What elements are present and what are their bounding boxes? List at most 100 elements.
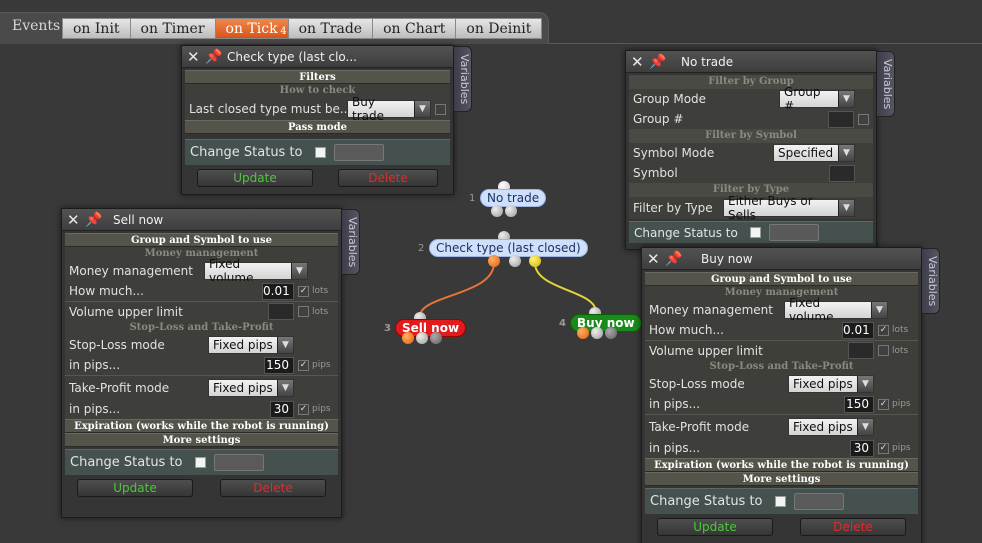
take-profit-pips-row: in pips... 30 ✓ pips [65,399,338,419]
how-much-input[interactable]: 0.01 [262,282,294,300]
link-check-to-sell [419,262,495,317]
checkbox[interactable]: ✓ [298,285,309,297]
money-management-select[interactable]: Fixed volume ▼ [784,296,888,324]
node-output-dot[interactable] [416,332,428,344]
node-output-dot[interactable] [509,255,521,267]
delete-button[interactable]: Delete [338,169,438,187]
money-management-select[interactable]: Fixed volume ▼ [204,257,308,285]
node-check-type[interactable]: 2 Check type (last closed) [418,239,588,257]
group-mode-select[interactable]: Group # ▼ [779,85,855,113]
take-profit-pips-input[interactable]: 30 [850,439,874,457]
change-status-checkbox[interactable] [774,496,786,507]
checkbox[interactable] [298,306,309,317]
stop-loss-mode-select[interactable]: Fixed pips ▼ [208,336,294,354]
node-no-trade[interactable]: 1 No trade [469,189,547,207]
subsection-header: Money management [65,247,338,261]
node-output-dot[interactable] [488,255,500,267]
take-profit-mode-select[interactable]: Fixed pips ▼ [788,417,874,436]
update-button[interactable]: Update [197,169,313,187]
node-output-dot[interactable] [529,255,541,267]
status-field[interactable] [793,493,844,510]
group-mode-row: Group Mode Group # ▼ [629,85,873,113]
stop-loss-mode-select[interactable]: Fixed pips ▼ [788,375,874,393]
close-icon[interactable]: ✕ [187,49,201,64]
panel-header: ✕ 📌 Sell now [62,209,341,231]
variables-tab[interactable]: Variables [922,248,940,314]
pin-icon[interactable]: 📌 [81,212,107,228]
section-header: Expiration (works while the robot is run… [645,458,918,472]
variables-tab[interactable]: Variables [877,51,895,117]
node-output-dot[interactable] [577,327,589,339]
close-icon[interactable]: ✕ [647,251,661,266]
checkbox[interactable]: ✓ [878,442,889,454]
update-button[interactable]: Update [77,479,193,497]
select-value: Specified [778,146,834,160]
field-label: Take-Profit mode [649,419,750,434]
select-value: Fixed pips [793,419,853,434]
symbol-input[interactable] [829,164,855,182]
pin-icon[interactable]: 📌 [661,251,687,267]
symbol-row: Symbol [629,163,873,183]
checkbox[interactable]: ✓ [298,403,309,415]
select-value: Fixed pips [793,377,853,391]
checkbox[interactable]: ✓ [878,398,889,410]
status-field[interactable] [333,144,384,161]
chevron-down-icon: ▼ [838,91,854,107]
chevron-down-icon: ▼ [291,263,307,279]
change-status-checkbox[interactable] [749,227,761,238]
take-profit-pips-input[interactable]: 30 [270,400,294,418]
variables-tab[interactable]: Variables [454,46,472,112]
node-output-dot[interactable] [605,327,617,339]
volume-limit-input[interactable] [848,342,874,359]
node-output-dot[interactable] [591,327,603,339]
symbol-mode-select[interactable]: Specified ▼ [773,144,855,162]
button-row: Update Delete [645,514,918,540]
stop-loss-pips-input[interactable]: 150 [264,356,294,374]
node-output-dot[interactable] [505,205,517,217]
volume-limit-input[interactable] [268,303,294,320]
variables-tab[interactable]: Variables [342,209,360,275]
node-label: No trade [487,191,540,205]
volume-limit-row: Volume upper limit lots [645,340,918,360]
status-field[interactable] [768,224,819,241]
field-label: Volume upper limit [649,343,763,358]
chevron-down-icon: ▼ [857,376,873,392]
close-icon[interactable]: ✕ [67,212,81,227]
node-output-dot[interactable] [430,332,442,344]
pin-icon[interactable]: 📌 [645,54,671,70]
money-management-row: Money management Fixed volume ▼ [65,257,338,285]
checkbox[interactable]: ✓ [298,359,309,371]
delete-button[interactable]: Delete [220,479,326,497]
how-much-row: How much... 0.01 ✓ lots [65,281,338,301]
change-status-checkbox[interactable] [194,457,206,468]
checkbox[interactable] [858,113,869,125]
panel-title: Buy now [701,251,753,266]
volume-limit-row: Volume upper limit lots [65,301,338,321]
pin-icon[interactable]: 📌 [201,49,227,65]
delete-button[interactable]: Delete [800,518,906,536]
checkbox[interactable]: ✓ [878,324,889,336]
node-output-dot[interactable] [402,332,414,344]
field-label: in pips... [649,441,701,455]
how-much-input[interactable]: 0.01 [842,321,874,339]
node-index: 2 [418,243,425,254]
take-profit-mode-select[interactable]: Fixed pips ▼ [208,378,294,397]
stop-loss-pips-input[interactable]: 150 [844,395,874,413]
checkbox[interactable] [878,345,889,356]
change-status-checkbox[interactable] [314,147,326,158]
status-field[interactable] [213,454,264,471]
node-output-dot[interactable] [491,205,503,217]
select-value: Fixed pips [213,338,273,352]
field-label: in pips... [649,397,701,411]
section-header: Pass mode [185,120,450,134]
node-index: 1 [469,193,476,204]
checkbox[interactable] [435,103,446,115]
field-label: Take-Profit mode [69,380,170,395]
filter-type-select[interactable]: Either Buys or Sells ▼ [723,194,855,222]
group-number-input[interactable] [828,110,854,128]
change-status-row: Change Status to [185,139,450,165]
panel-check-type: ✕ 📌 Check type (last clo... Variables Fi… [181,45,472,195]
last-closed-type-select[interactable]: Buy trade ▼ [347,95,431,123]
update-button[interactable]: Update [657,518,773,536]
close-icon[interactable]: ✕ [631,54,645,69]
